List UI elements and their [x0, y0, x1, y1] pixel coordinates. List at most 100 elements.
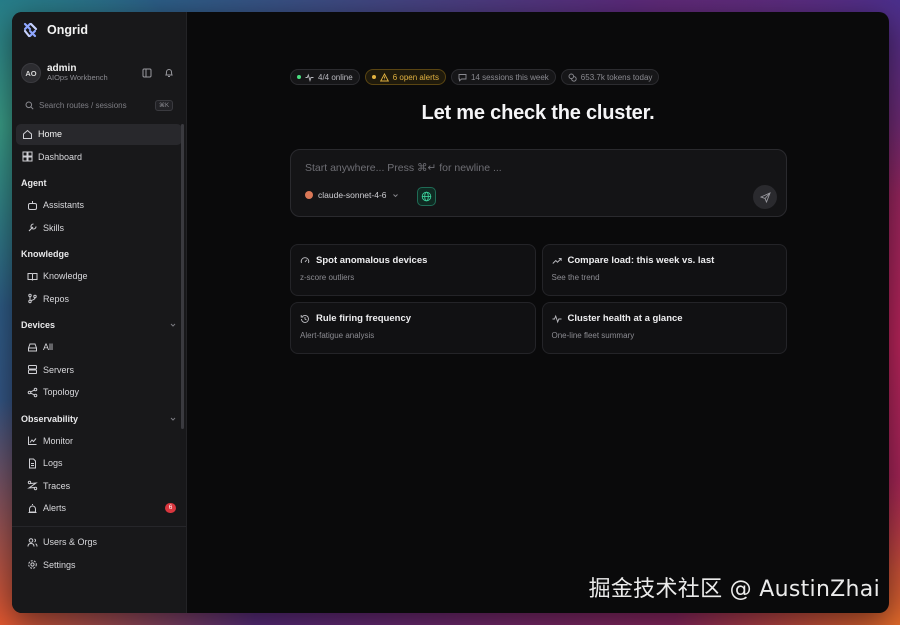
trend-icon	[551, 256, 562, 266]
suggestion-card[interactable]: Rule firing frequency Alert-fatigue anal…	[290, 302, 536, 354]
online-dot-icon	[297, 75, 301, 79]
sidebar-item-label: Knowledge	[43, 271, 88, 281]
sidebar-item-monitor[interactable]: Monitor	[16, 430, 182, 451]
sidebar-item-label: Home	[38, 129, 63, 139]
sidebar-item-label: Servers	[43, 364, 75, 375]
avatar[interactable]: AO	[21, 63, 41, 83]
section-devices[interactable]: Devices	[12, 315, 186, 335]
web-search-toggle[interactable]	[417, 187, 436, 206]
page-title: Let me check the cluster.	[421, 102, 655, 124]
section-observability[interactable]: Observability	[12, 409, 186, 429]
book-open-icon	[27, 271, 38, 282]
search-icon	[25, 101, 34, 110]
online-count: 4/4 online	[318, 72, 353, 82]
search-shortcut: ⌘K	[154, 99, 173, 111]
user-subtitle: AIOps Workbench	[47, 73, 108, 83]
chevron-down-icon	[392, 192, 399, 199]
sidebar-item-label: Monitor	[43, 435, 74, 446]
sidebar-item-all[interactable]: All	[16, 337, 182, 358]
tokens-count: 653.7k tokens today	[580, 72, 653, 82]
globe-icon	[421, 191, 432, 202]
waypoints-icon	[27, 480, 38, 491]
send-icon	[759, 191, 771, 203]
sidebar-item-logs[interactable]: Logs	[16, 453, 182, 474]
search-placeholder: Search routes / sessions	[39, 100, 127, 110]
sidebar-item-home[interactable]: Home	[16, 123, 182, 145]
app-name: Ongrid	[47, 23, 88, 37]
bell-icon[interactable]	[161, 65, 177, 81]
suggestion-title: Rule firing frequency	[316, 313, 412, 324]
sidebar-item-alerts[interactable]: Alerts 6	[16, 498, 182, 519]
model-selector[interactable]: claude-sonnet-4-6	[305, 190, 399, 200]
gauge-icon	[300, 256, 310, 266]
share-icon	[27, 387, 38, 398]
suggestion-card[interactable]: Cluster health at a glance One-line flee…	[541, 302, 787, 354]
suggestion-subtitle: See the trend	[551, 273, 600, 282]
file-text-icon	[27, 458, 38, 469]
claude-logo-icon	[305, 191, 313, 199]
sidebar-scrollbar[interactable]	[181, 124, 184, 429]
hard-drive-icon	[27, 342, 38, 353]
sidebar-item-dashboard[interactable]: Dashboard	[16, 146, 182, 167]
search-input[interactable]: Search routes / sessions ⌘K	[20, 96, 178, 114]
sidebar-item-repos[interactable]: Repos	[16, 288, 182, 309]
send-button[interactable]	[753, 185, 777, 209]
wrench-icon	[27, 222, 38, 233]
section-agent: Agent	[12, 173, 186, 193]
prompt-composer[interactable]: Start anywhere... Press ⌘↵ for newline .…	[290, 149, 787, 217]
model-name: claude-sonnet-4-6	[318, 190, 387, 200]
sidebar-item-skills[interactable]: Skills	[16, 217, 182, 238]
suggestion-title: Cluster health at a glance	[567, 313, 683, 324]
open-alerts-count: 6 open alerts	[392, 72, 439, 82]
suggestion-subtitle: One-line fleet summary	[551, 331, 635, 340]
sidebar-item-servers[interactable]: Servers	[16, 359, 182, 380]
chevron-down-icon[interactable]	[169, 415, 177, 423]
sidebar-item-settings[interactable]: Settings	[16, 554, 182, 575]
sidebar-item-label: Logs	[43, 458, 63, 468]
book-icon[interactable]	[139, 65, 155, 81]
sidebar-item-label: Skills	[43, 222, 65, 233]
sidebar: Ongrid AO admin AIOps Workbench Search r…	[12, 12, 187, 613]
sidebar-item-label: Topology	[43, 387, 80, 397]
section-title: Knowledge	[21, 249, 70, 259]
pulse-icon	[552, 314, 562, 324]
user-profile[interactable]: AO admin AIOps Workbench	[12, 60, 186, 86]
brand[interactable]: Ongrid	[12, 12, 186, 48]
git-branch-icon	[27, 293, 38, 304]
sessions-chip: 14 sessions this week	[450, 69, 556, 85]
users-icon	[27, 537, 38, 548]
sidebar-item-label: Repos	[43, 293, 70, 304]
chevron-down-icon[interactable]	[169, 321, 177, 329]
main-content: 4/4 online 6 open alerts 14 sessions thi…	[187, 12, 889, 613]
suggestion-subtitle: Alert-fatigue analysis	[300, 331, 375, 340]
alerts-status-chip[interactable]: 6 open alerts	[364, 69, 446, 85]
sessions-count: 14 sessions this week	[470, 72, 549, 82]
prompt-input[interactable]: Start anywhere... Press ⌘↵ for newline .…	[305, 162, 502, 174]
tokens-chip: 653.7k tokens today	[560, 69, 660, 85]
section-knowledge: Knowledge	[12, 244, 186, 264]
ongrid-logo-icon	[21, 21, 39, 39]
suggestion-title: Compare load: this week vs. last	[567, 255, 715, 266]
sidebar-item-users-orgs[interactable]: Users & Orgs	[16, 532, 182, 553]
bot-icon	[27, 200, 38, 211]
history-icon	[300, 314, 310, 324]
message-icon	[458, 73, 467, 82]
alert-dot-icon	[371, 75, 376, 79]
suggestion-card[interactable]: Compare load: this week vs. last See the…	[541, 244, 787, 296]
online-status-chip: 4/4 online	[290, 69, 360, 85]
sidebar-item-traces[interactable]: Traces	[16, 475, 182, 496]
sidebar-item-knowledge[interactable]: Knowledge	[16, 266, 182, 287]
dashboard-icon	[22, 151, 33, 162]
status-bar: 4/4 online 6 open alerts 14 sessions thi…	[290, 69, 660, 85]
suggestion-grid: Spot anomalous devices z-score outliers …	[290, 244, 787, 354]
sidebar-item-label: Settings	[43, 559, 76, 570]
sidebar-item-label: Alerts	[43, 503, 67, 513]
sidebar-item-topology[interactable]: Topology	[16, 382, 182, 403]
app-window: Ongrid AO admin AIOps Workbench Search r…	[12, 12, 889, 613]
suggestion-subtitle: z-score outliers	[300, 273, 355, 282]
suggestion-title: Spot anomalous devices	[316, 255, 428, 266]
gear-icon	[27, 559, 38, 570]
sidebar-item-assistants[interactable]: Assistants	[16, 195, 182, 216]
suggestion-card[interactable]: Spot anomalous devices z-score outliers	[290, 244, 536, 296]
coins-icon	[568, 73, 577, 82]
